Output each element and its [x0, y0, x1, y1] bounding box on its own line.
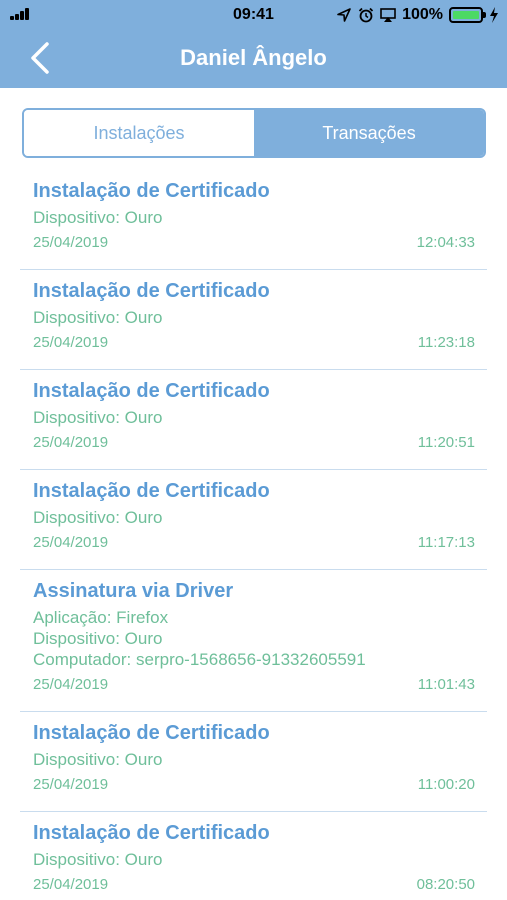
- transaction-detail: Dispositivo: Ouro: [33, 508, 163, 527]
- transaction-date: 25/04/2019: [33, 234, 109, 251]
- list-item[interactable]: Instalação de Certificado Dispositivo: Ou…: [20, 812, 487, 900]
- transaction-detail: Dispositivo: Ouro: [33, 208, 163, 227]
- list-item[interactable]: Instalação de Certificado Dispositivo: Ou…: [20, 370, 487, 470]
- transaction-date: 25/04/2019: [33, 776, 109, 793]
- transaction-list: Instalação de Certificado Dispositivo: Ou…: [0, 170, 507, 900]
- transaction-title: Instalação de Certificado: [33, 822, 270, 844]
- list-item[interactable]: Instalação de Certificado Dispositivo: Ou…: [20, 170, 487, 270]
- list-item[interactable]: Assinatura via Driver Aplicação: Firefox D…: [20, 570, 487, 712]
- transaction-time: 11:00:20: [417, 776, 475, 793]
- airplay-icon: [380, 8, 396, 22]
- tab-instalacoes[interactable]: Instalações: [24, 110, 254, 156]
- list-item[interactable]: Instalação de Certificado Dispositivo: Ou…: [20, 470, 487, 570]
- transaction-title: Instalação de Certificado: [33, 280, 270, 302]
- location-icon: [337, 8, 351, 22]
- transaction-title: Instalação de Certificado: [33, 722, 270, 744]
- transaction-detail: Dispositivo: Ouro: [33, 850, 163, 869]
- transaction-time: 11:20:51: [417, 434, 475, 451]
- transaction-time: 11:23:18: [417, 334, 475, 351]
- list-item[interactable]: Instalação de Certificado Dispositivo: Ou…: [20, 270, 487, 370]
- battery-percentage: 100%: [402, 6, 443, 23]
- status-bar: 09:41 100%: [0, 0, 507, 30]
- transaction-title: Assinatura via Driver: [33, 580, 234, 602]
- transaction-title: Instalação de Certificado: [33, 380, 270, 402]
- alarm-icon: [358, 7, 374, 23]
- transaction-detail: Aplicação: Firefox: [33, 608, 169, 627]
- transaction-time: 12:04:33: [416, 234, 475, 251]
- transaction-detail: Dispositivo: Ouro: [33, 750, 163, 769]
- battery-icon: [449, 7, 486, 23]
- transaction-date: 25/04/2019: [33, 334, 109, 351]
- transaction-detail: Dispositivo: Ouro: [33, 629, 163, 648]
- transaction-time: 11:01:43: [417, 676, 475, 693]
- transaction-title: Instalação de Certificado: [33, 480, 270, 502]
- transaction-date: 25/04/2019: [33, 676, 109, 693]
- transaction-detail: Dispositivo: Ouro: [33, 308, 163, 327]
- navigation-bar: Daniel Ângelo: [0, 30, 507, 88]
- list-item[interactable]: Instalação de Certificado Dispositivo: Ou…: [20, 712, 487, 812]
- transaction-date: 25/04/2019: [33, 534, 109, 551]
- transaction-time: 08:20:50: [416, 876, 475, 893]
- tab-transacoes[interactable]: Transações: [254, 110, 484, 156]
- status-right: 100%: [336, 5, 499, 25]
- header: 09:41 100% Daniel Ângelo: [0, 0, 507, 88]
- transaction-detail: Dispositivo: Ouro: [33, 408, 163, 427]
- transaction-detail: Computador: serpro-1568656-91332605591: [33, 650, 366, 669]
- segmented-control: Instalações Transações: [22, 108, 486, 158]
- transaction-date: 25/04/2019: [33, 876, 109, 893]
- transaction-date: 25/04/2019: [33, 434, 109, 451]
- transaction-title: Instalação de Certificado: [33, 180, 270, 202]
- transaction-time: 11:17:13: [417, 534, 475, 551]
- charging-icon: [490, 7, 498, 23]
- page-title: Daniel Ângelo: [180, 45, 327, 70]
